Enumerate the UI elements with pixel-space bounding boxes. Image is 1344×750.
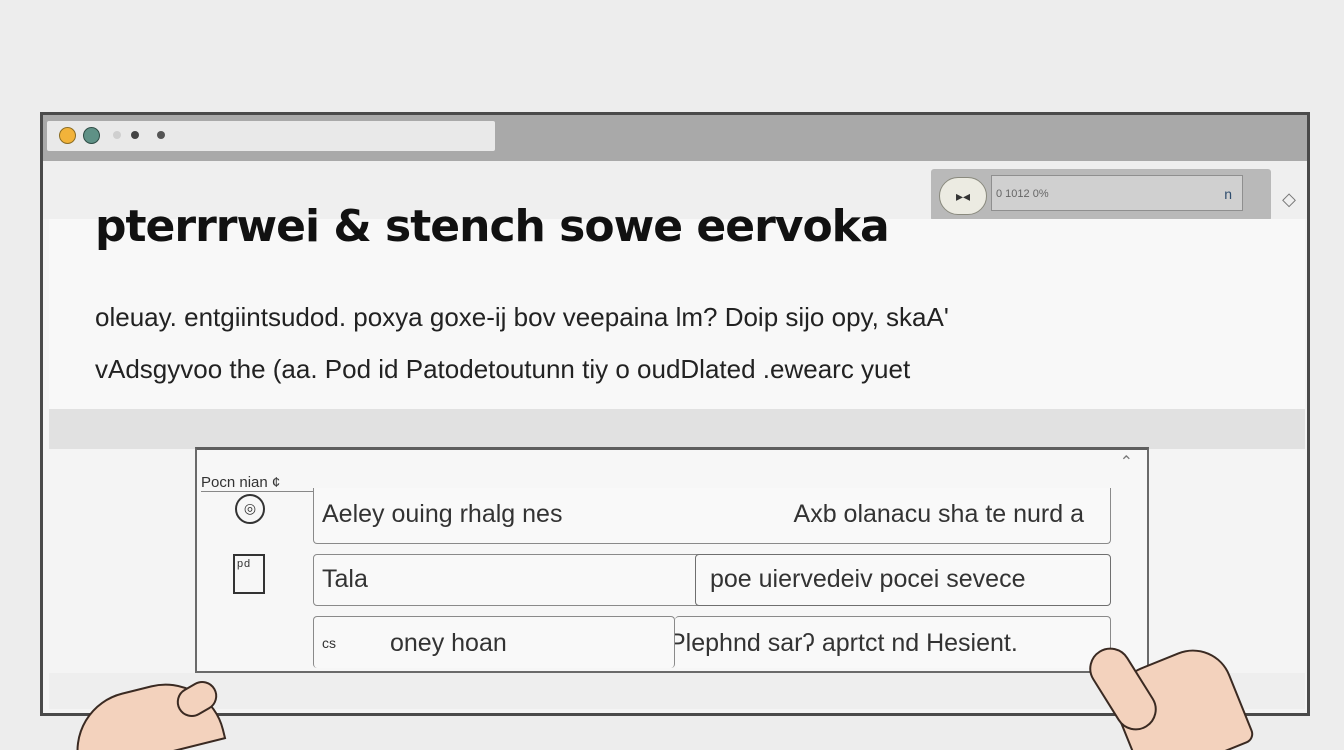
field-2-text: Tala bbox=[322, 565, 368, 593]
dot-icon bbox=[131, 131, 139, 139]
browser-window: ▸◂ 0 1012 0% n ◇ pterrrwei & stench sowe… bbox=[40, 112, 1310, 716]
field-4-text: oney hoan bbox=[390, 629, 507, 657]
play-pause-icon: ▸◂ bbox=[955, 187, 971, 204]
form-field-3[interactable]: poe uiervedeiv pocei sevece bbox=[695, 554, 1111, 606]
form-field-5[interactable]: Plephnd sarʔ aprtct nd Hesient. bbox=[675, 616, 1111, 668]
form-card: Pocn nian ¢ ⌃ ◎ p d Aeley ouing rhalg ne… bbox=[195, 447, 1149, 673]
chevron-up-icon[interactable]: ⌃ bbox=[1120, 452, 1133, 472]
field-1-right: Axb olanacu sha te nurd a bbox=[793, 500, 1084, 528]
address-placeholder: 0 1012 0% bbox=[996, 188, 1049, 200]
minimize-dot-icon[interactable] bbox=[59, 127, 76, 144]
intro-line-1: oleuay. entgiintsudod. poxya goxe-ĳ bov … bbox=[95, 302, 949, 332]
field-5-text: Plephnd sarʔ aprtct nd Hesient. bbox=[675, 629, 1018, 657]
dot-icon bbox=[157, 131, 165, 139]
form-field-4[interactable]: cs oney hoan bbox=[313, 616, 675, 668]
stage: ▸◂ 0 1012 0% n ◇ pterrrwei & stench sowe… bbox=[0, 0, 1344, 750]
dot-icon bbox=[113, 131, 121, 139]
page-title: pterrrwei & stench sowe eervoka bbox=[95, 201, 890, 252]
address-bar: ▸◂ 0 1012 0% n bbox=[931, 169, 1271, 221]
diamond-icon[interactable]: ◇ bbox=[1279, 189, 1299, 209]
address-input[interactable]: 0 1012 0% n bbox=[991, 175, 1243, 211]
title-bar bbox=[43, 115, 1307, 161]
field-4-prefix: cs bbox=[322, 635, 336, 651]
divider-band bbox=[49, 409, 1305, 449]
intro-paragraph: oleuay. entgiintsudod. poxya goxe-ĳ bov … bbox=[95, 291, 1255, 395]
document-icon[interactable]: p d bbox=[233, 554, 265, 594]
maximize-dot-icon[interactable] bbox=[83, 127, 100, 144]
field-3-text: poe uiervedeiv pocei sevece bbox=[710, 565, 1026, 593]
field-1-left: Aeley ouing rhalg nes bbox=[322, 500, 563, 528]
address-pill-button[interactable]: ▸◂ bbox=[939, 177, 987, 215]
gear-icon[interactable]: ◎ bbox=[235, 494, 265, 524]
form-field-1[interactable]: Aeley ouing rhalg nes Axb olanacu sha te… bbox=[313, 488, 1111, 544]
intro-line-2: vAdsgyvoo the (aa. Pod id Patodetoutunn … bbox=[95, 354, 911, 384]
form-field-2[interactable]: Tala bbox=[313, 554, 703, 606]
address-suffix: n bbox=[1224, 186, 1232, 202]
